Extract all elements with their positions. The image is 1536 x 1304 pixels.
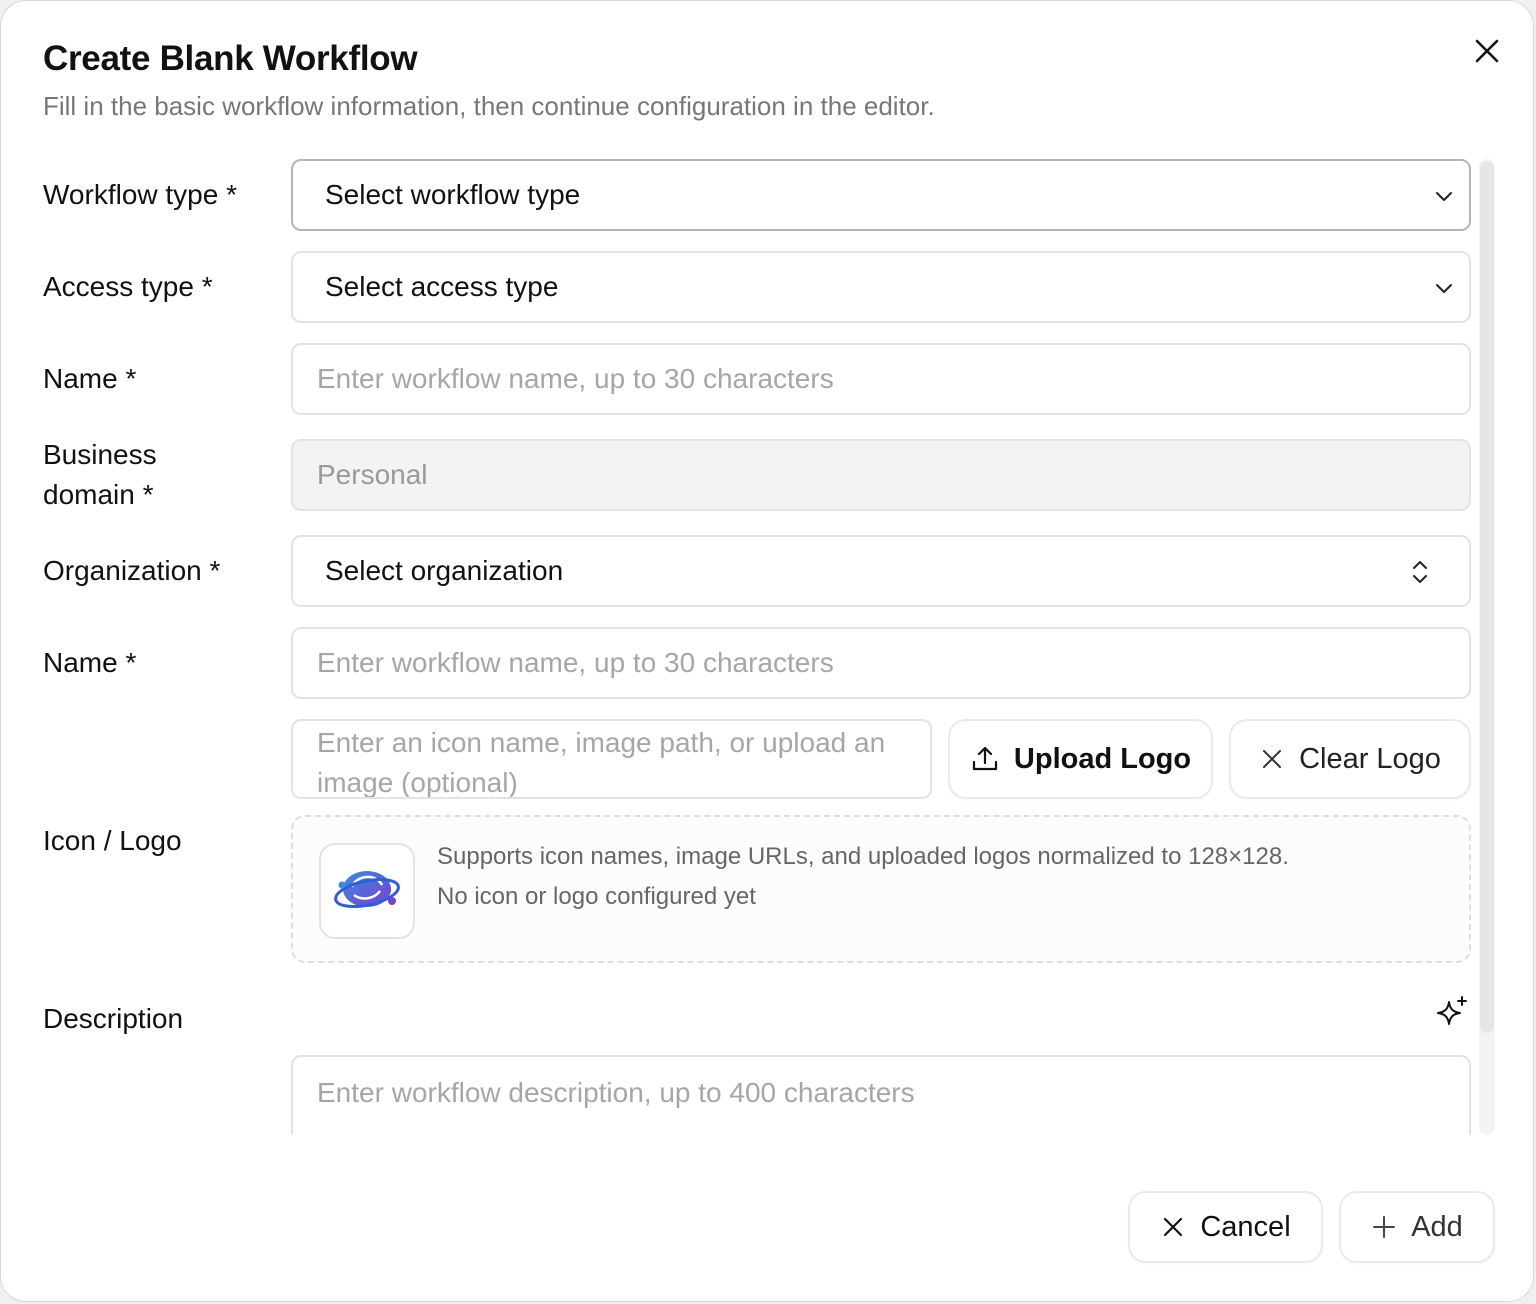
add-button[interactable]: Add	[1339, 1191, 1495, 1263]
icon-path-input[interactable]: Enter an icon name, image path, or uploa…	[291, 719, 932, 799]
upload-logo-button[interactable]: Upload Logo	[948, 719, 1213, 799]
chevron-down-icon	[1436, 284, 1452, 293]
brain-logo-icon	[334, 871, 400, 908]
clear-logo-button[interactable]: Clear Logo	[1229, 719, 1471, 799]
dialog-title: Create Blank Workflow	[43, 39, 418, 78]
logo-status-text: No icon or logo configured yet	[437, 883, 756, 910]
workflow-type-label: Workflow type *	[43, 179, 237, 210]
workflow-name-input-2[interactable]	[291, 627, 1471, 699]
business-domain-label-line1: Business	[43, 439, 157, 470]
name-label: Name *	[43, 363, 137, 394]
business-domain-value: Personal	[317, 459, 428, 490]
cancel-button[interactable]: Cancel	[1128, 1191, 1323, 1263]
access-type-value: Select access type	[325, 271, 559, 302]
close-icon	[1164, 1217, 1183, 1237]
logo-preview-box: Supports icon names, image URLs, and upl…	[291, 815, 1471, 963]
organization-value: Select organization	[325, 555, 564, 586]
workflow-type-select[interactable]: Select workflow type	[291, 159, 1471, 231]
scrollbar-thumb[interactable]	[1480, 161, 1494, 1033]
chevron-down-icon	[1436, 192, 1452, 201]
dialog-subtitle: Fill in the basic workflow information, …	[43, 91, 935, 121]
organization-label: Organization *	[43, 555, 221, 586]
logo-thumbnail	[319, 843, 415, 939]
logo-hint-text: Supports icon names, image URLs, and upl…	[437, 843, 1289, 870]
workflow-type-value: Select workflow type	[325, 179, 581, 210]
clear-logo-label: Clear Logo	[1299, 742, 1441, 775]
plus-icon	[1373, 1216, 1396, 1238]
add-label: Add	[1411, 1210, 1463, 1243]
access-type-select[interactable]: Select access type	[291, 251, 1471, 323]
create-workflow-dialog: Create Blank Workflow Fill in the basic …	[0, 0, 1534, 1302]
description-label: Description	[43, 1003, 184, 1034]
close-icon	[1263, 750, 1282, 768]
close-icon[interactable]	[1467, 31, 1507, 71]
workflow-name-input[interactable]	[291, 343, 1471, 415]
ai-sparkle-icon[interactable]	[1435, 995, 1469, 1029]
icon-logo-label: Icon / Logo	[43, 825, 182, 856]
name-label-2: Name *	[43, 647, 137, 678]
cancel-label: Cancel	[1200, 1210, 1291, 1243]
business-domain-field: Personal	[291, 439, 1471, 511]
business-domain-label-line2: domain *	[43, 479, 154, 510]
access-type-label: Access type *	[43, 271, 213, 302]
description-textarea[interactable]: Enter workflow description, up to 400 ch…	[291, 1055, 1471, 1135]
upload-icon	[972, 746, 998, 771]
organization-select[interactable]: Select organization	[291, 535, 1471, 607]
chevron-updown-icon	[1413, 561, 1427, 583]
upload-logo-label: Upload Logo	[1013, 742, 1192, 775]
